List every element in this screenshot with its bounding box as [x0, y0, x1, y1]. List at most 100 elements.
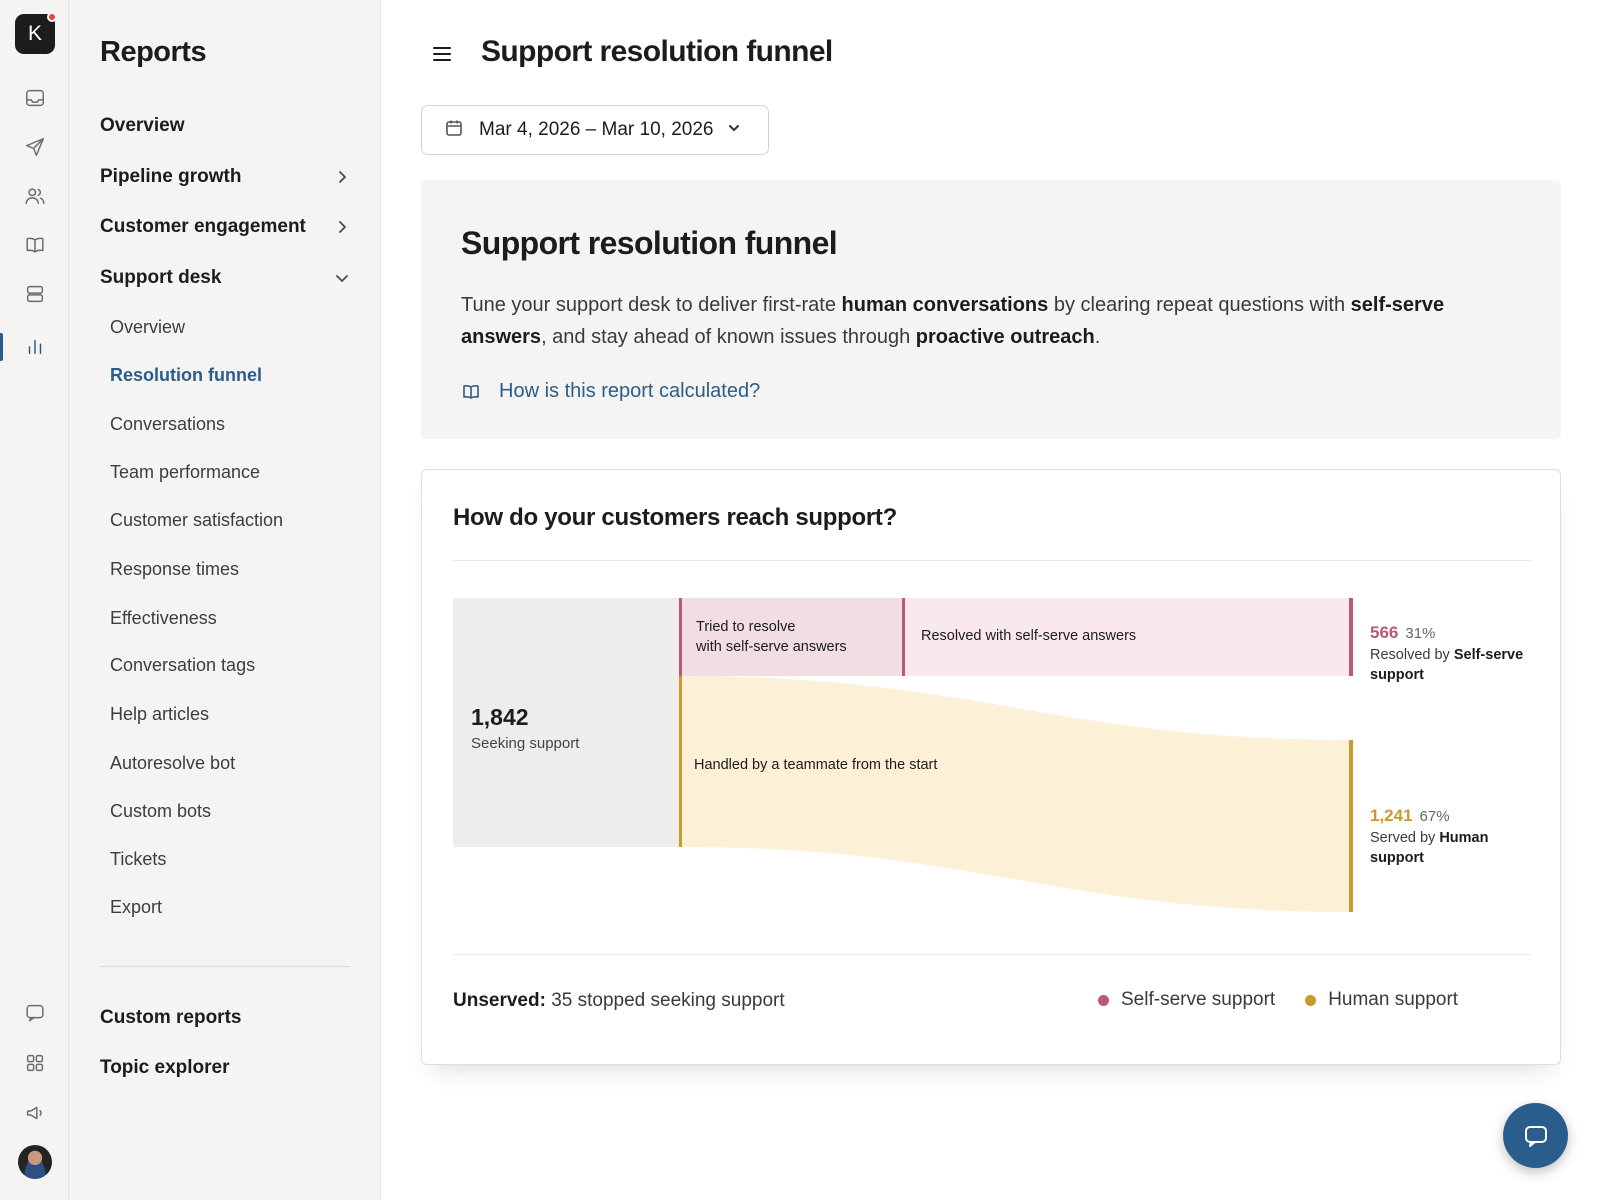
human-support-flow[interactable] [679, 676, 1353, 912]
desc-text: . [1094, 326, 1101, 348]
sub-item-conversation-tags[interactable]: Conversation tags [110, 652, 255, 678]
nav-item-overview[interactable]: Overview [100, 112, 350, 140]
chevron-down-icon [727, 121, 741, 140]
self-serve-percent: 31% [1405, 625, 1436, 642]
sub-item-effectiveness[interactable]: Effectiveness [110, 605, 217, 631]
icon-rail: K [0, 0, 69, 1200]
tried-self-serve-block[interactable]: Tried to resolve with self-serve answers [679, 598, 905, 676]
legend-swatch [1098, 994, 1109, 1006]
sub-item-overview[interactable]: Overview [110, 314, 185, 340]
human-support-description: Served by Human support [1370, 828, 1540, 868]
nav-item-label: Topic explorer [100, 1057, 230, 1078]
unserved-text: 35 stopped seeking support [551, 990, 785, 1011]
resolved-self-serve-label: Resolved with self-serve answers [921, 628, 1137, 644]
sub-item-resolution-funnel[interactable]: Resolution funnel [110, 362, 262, 388]
handled-by-teammate-label: Handled by a teammate from the start [694, 757, 938, 773]
page-title: Support resolution funnel [481, 35, 833, 68]
label-line: with self-serve answers [696, 639, 847, 655]
link-label: How is this report calculated? [499, 380, 761, 402]
desc-text: Resolved by [1370, 647, 1454, 663]
date-range-picker[interactable]: Mar 4, 2026 – Mar 10, 2026 [421, 105, 769, 155]
workspace-logo[interactable]: K [15, 12, 57, 54]
inbox-icon[interactable] [17, 80, 53, 116]
avatar[interactable] [18, 1145, 52, 1179]
unserved-summary: Unserved: 35 stopped seeking support [453, 990, 785, 1012]
rail-active-indicator [0, 333, 3, 361]
desc-text: , and stay ahead of known issues through [541, 326, 916, 348]
sub-item-custom-bots[interactable]: Custom bots [110, 798, 211, 824]
sub-item-response-times[interactable]: Response times [110, 556, 239, 582]
nav-item-customer-engagement[interactable]: Customer engagement [100, 213, 350, 241]
chevron-right-icon [339, 221, 346, 233]
sub-item-tickets[interactable]: Tickets [110, 846, 166, 872]
intro-title: Support resolution funnel [461, 225, 838, 261]
sub-item-conversations[interactable]: Conversations [110, 411, 225, 437]
nav-item-pipeline-growth[interactable]: Pipeline growth [100, 163, 350, 191]
chevron-down-icon [336, 275, 348, 282]
nav-item-label: Overview [100, 115, 185, 136]
desc-text: by clearing repeat questions with [1048, 294, 1351, 316]
legend-item-self-serve[interactable]: Self-serve support [1098, 989, 1275, 1011]
logo-letter: K [27, 22, 42, 45]
reports-chart-icon[interactable] [17, 329, 53, 365]
desc-text: Tune your support desk to deliver first-… [461, 294, 842, 316]
legend-swatch [1305, 994, 1317, 1006]
legend-item-human[interactable]: Human support [1305, 989, 1458, 1011]
nav-item-label: Customer engagement [100, 216, 306, 237]
nav-item-custom-reports[interactable]: Custom reports [100, 1004, 350, 1032]
human-support-percent: 67% [1419, 808, 1450, 825]
report-calculation-link[interactable]: How is this report calculated? [461, 380, 760, 403]
desc-text: Served by [1370, 830, 1440, 846]
megaphone-icon[interactable] [17, 1095, 53, 1131]
human-support-summary: 1,241 67% Served by Human support [1370, 806, 1540, 868]
self-serve-end-bar [1349, 598, 1353, 676]
report-intro: Support resolution funnel Tune your supp… [421, 180, 1561, 439]
chevron-right-icon [339, 171, 346, 183]
sub-item-export[interactable]: Export [110, 894, 162, 920]
sub-item-autoresolve-bot[interactable]: Autoresolve bot [110, 750, 235, 776]
sub-item-team-performance[interactable]: Team performance [110, 459, 260, 485]
chat-icon[interactable] [17, 995, 53, 1031]
chat-launcher-button[interactable] [1503, 1103, 1568, 1168]
seeking-support-value: 1,842 [471, 704, 529, 730]
funnel-card: How do your customers reach support? 1,8… [421, 469, 1561, 1065]
legend: Self-serve support Human support [1098, 989, 1488, 1011]
funnel-title: How do your customers reach support? [453, 504, 897, 531]
desc-emphasis: human conversations [841, 294, 1049, 316]
label-line: Tried to resolve [696, 619, 796, 635]
seeking-support-block[interactable]: 1,842 Seeking support [453, 598, 679, 847]
nav-item-label: Support desk [100, 267, 222, 288]
self-serve-value: 566 [1370, 623, 1399, 642]
self-serve-summary: 566 31% Resolved by Self-serve support [1370, 623, 1540, 685]
apps-grid-icon[interactable] [17, 1045, 53, 1081]
date-range-label: Mar 4, 2026 – Mar 10, 2026 [479, 119, 714, 140]
resolved-self-serve-block[interactable]: Resolved with self-serve answers [905, 598, 1349, 676]
human-flow-band [679, 676, 1353, 912]
sub-item-help-articles[interactable]: Help articles [110, 701, 209, 727]
self-serve-description: Resolved by Self-serve support [1370, 645, 1540, 685]
desc-emphasis: proactive outreach [915, 326, 1095, 348]
tried-self-serve-label: Tried to resolve with self-serve answers [696, 617, 886, 657]
nav-divider [100, 966, 350, 967]
legend-label: Human support [1328, 989, 1459, 1010]
knowledge-book-icon[interactable] [17, 227, 53, 263]
stack-icon[interactable] [17, 276, 53, 312]
reports-nav: Reports Overview Pipeline growth Custome… [69, 0, 381, 1200]
nav-item-support-desk[interactable]: Support desk [100, 264, 350, 292]
notification-dot [47, 12, 57, 22]
divider [453, 560, 1531, 561]
sub-item-customer-satisfaction[interactable]: Customer satisfaction [110, 507, 283, 533]
book-icon [463, 384, 479, 399]
contacts-icon[interactable] [17, 178, 53, 214]
seeking-support-label: Seeking support [471, 735, 580, 752]
calendar-icon [444, 118, 464, 143]
intro-description: Tune your support desk to deliver first-… [461, 289, 1491, 353]
nav-item-label: Custom reports [100, 1007, 242, 1028]
send-icon[interactable] [17, 129, 53, 165]
human-support-value: 1,241 [1370, 806, 1413, 825]
menu-icon[interactable] [428, 40, 456, 68]
chat-bubble-icon [1524, 1125, 1547, 1147]
divider [453, 954, 1531, 955]
nav-item-topic-explorer[interactable]: Topic explorer [100, 1054, 350, 1082]
nav-item-label: Pipeline growth [100, 166, 242, 187]
